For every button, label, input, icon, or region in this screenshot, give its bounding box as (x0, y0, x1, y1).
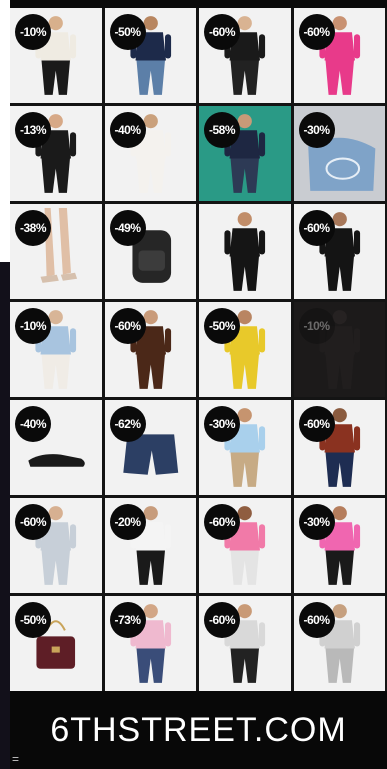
product-tile[interactable]: -40% (104, 106, 196, 201)
product-tile[interactable]: -58% (199, 106, 291, 201)
discount-badge: -20% (109, 504, 146, 540)
discount-badge: -10% (15, 14, 51, 50)
discount-badge: -40% (109, 112, 146, 148)
discount-badge: -50% (109, 14, 146, 50)
discount-badge: -60% (298, 602, 335, 638)
product-tile[interactable]: -10% (10, 8, 102, 103)
product-tile[interactable]: -50% (104, 8, 196, 103)
discount-badge: -60% (204, 14, 240, 50)
left-bar (0, 0, 10, 769)
brand-footer: 6THSTREET.COM (10, 691, 387, 769)
product-tile[interactable]: -10% (10, 302, 102, 397)
product-tile[interactable]: -50% (10, 596, 102, 691)
menu-glyph: = (12, 752, 20, 766)
product-tile[interactable]: -60% (293, 596, 385, 691)
product-tile[interactable]: -49% (104, 204, 196, 299)
discount-badge: -40% (15, 406, 51, 442)
discount-badge: -13% (15, 112, 51, 148)
discount-badge: -30% (204, 406, 240, 442)
product-image (224, 212, 266, 291)
discount-badge: -60% (204, 504, 240, 540)
product-tile[interactable]: -38% (10, 204, 102, 299)
brand-logo[interactable]: 6THSTREET.COM (50, 711, 346, 750)
product-tile[interactable]: -30% (293, 106, 385, 201)
product-tile[interactable]: -10% (293, 302, 385, 397)
product-grid: -10% -50% -60% -60% -13% -40% -58% -30% … (10, 8, 387, 691)
product-tile[interactable]: -60% (104, 302, 196, 397)
discount-badge: -60% (204, 602, 240, 638)
discount-badge: -38% (15, 210, 51, 246)
product-tile[interactable]: -62% (104, 400, 196, 495)
discount-badge: -10% (15, 308, 51, 344)
discount-badge: -30% (298, 112, 335, 148)
discount-badge: -30% (298, 504, 335, 540)
discount-badge: -73% (109, 602, 146, 638)
discount-badge: -62% (109, 406, 146, 442)
product-tile[interactable]: -20% (104, 498, 196, 593)
product-tile[interactable]: -73% (104, 596, 196, 691)
product-tile[interactable]: -60% (199, 498, 291, 593)
product-tile[interactable]: -60% (199, 8, 291, 103)
product-tile[interactable]: -30% (199, 400, 291, 495)
discount-badge: -10% (298, 308, 335, 344)
discount-badge: -58% (204, 112, 240, 148)
product-tile[interactable]: -30% (293, 498, 385, 593)
discount-badge: -60% (15, 504, 51, 540)
discount-badge: -60% (298, 210, 335, 246)
product-tile[interactable] (199, 204, 291, 299)
discount-badge: -50% (15, 602, 51, 638)
discount-badge: -49% (109, 210, 146, 246)
discount-badge: -60% (298, 14, 335, 50)
product-tile[interactable]: -60% (199, 596, 291, 691)
left-bar-dark (0, 262, 10, 769)
discount-badge: -60% (298, 406, 335, 442)
product-tile[interactable]: -40% (10, 400, 102, 495)
product-tile[interactable]: -60% (293, 8, 385, 103)
product-tile[interactable]: -50% (199, 302, 291, 397)
product-tile[interactable]: -13% (10, 106, 102, 201)
discount-badge: -60% (109, 308, 146, 344)
product-tile[interactable]: -60% (10, 498, 102, 593)
product-tile[interactable]: -60% (293, 400, 385, 495)
discount-badge: -50% (204, 308, 240, 344)
product-tile[interactable]: -60% (293, 204, 385, 299)
